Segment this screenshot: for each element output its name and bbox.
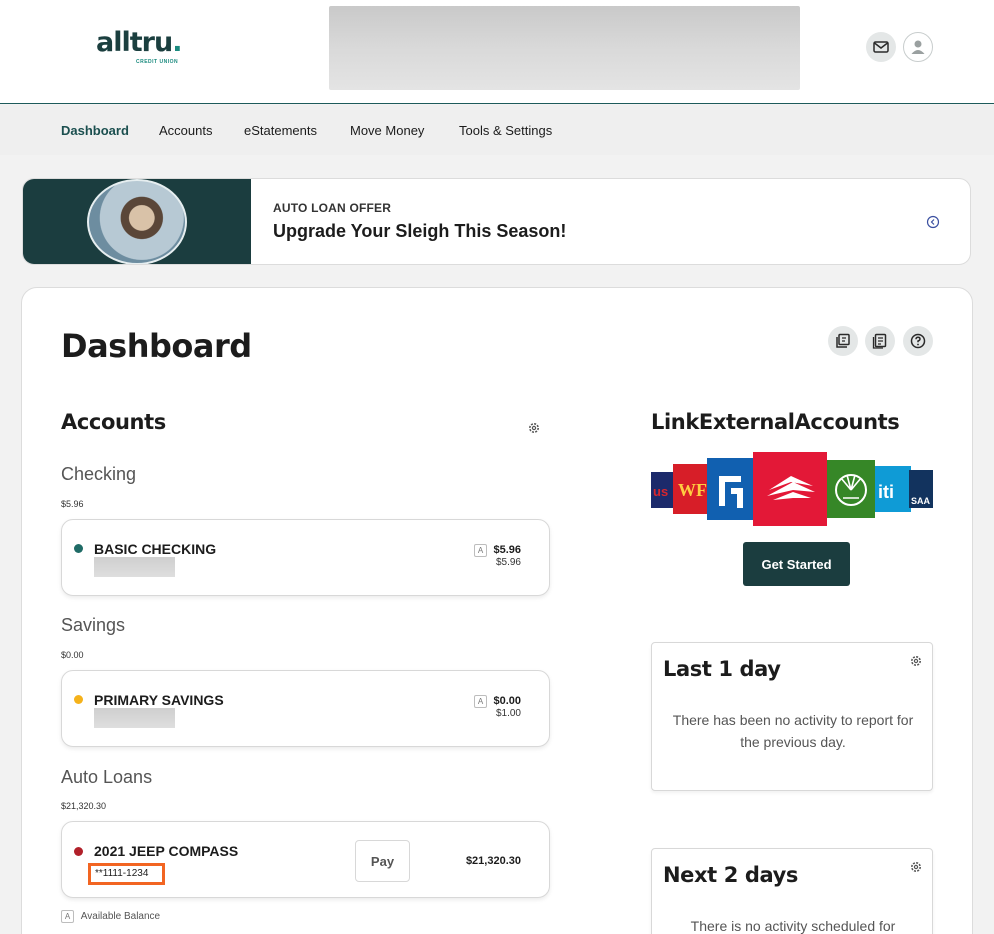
citi-logo: iti — [875, 466, 911, 512]
user-icon — [911, 40, 925, 54]
link-external-heading: LinkExternalAccounts — [651, 410, 900, 434]
auto-loan-promo[interactable]: AUTO LOAN OFFER Upgrade Your Sleigh This… — [22, 178, 971, 265]
group-title-auto-loans: Auto Loans — [61, 767, 153, 787]
available-badge: A — [474, 695, 487, 708]
account-name: PRIMARY SAVINGS — [94, 692, 224, 708]
account-card-primary-savings[interactable]: PRIMARY SAVINGS A $0.00 $1.00 — [61, 670, 550, 747]
activity-card-next-2-days: Next 2 days There is no activity schedul… — [651, 848, 933, 934]
nav-accounts[interactable]: Accounts — [159, 123, 212, 138]
available-balance: $5.96 — [493, 544, 521, 556]
bankofamerica-logo — [753, 452, 827, 526]
activity-title: Next 2 days — [663, 863, 798, 887]
activity-card-last-1-day: Last 1 day There has been no activity to… — [651, 642, 933, 791]
top-header: alltru. CREDIT UNION — [0, 0, 994, 104]
fidelity-logo — [827, 460, 875, 518]
account-name: 2021 JEEP COMPASS — [94, 843, 239, 859]
activity-settings-gear-icon[interactable] — [909, 860, 923, 874]
group-total-checking: $5.96 — [61, 499, 84, 509]
activity-title: Last 1 day — [663, 657, 781, 681]
mail-icon — [873, 41, 889, 53]
promo-image — [23, 179, 251, 264]
current-balance: $5.96 — [495, 557, 521, 568]
legend-label: Available Balance — [80, 911, 161, 922]
nav-tools-settings[interactable]: Tools & Settings — [459, 123, 552, 138]
print-button[interactable] — [865, 326, 895, 356]
nav-move-money[interactable]: Move Money — [350, 123, 424, 138]
customize-button[interactable] — [828, 326, 858, 356]
profile-button[interactable] — [903, 32, 933, 62]
account-number: **1111-1234 — [88, 863, 165, 885]
balance-legend: A Available Balance — [61, 910, 160, 923]
account-card-basic-checking[interactable]: BASIC CHECKING A $5.96 $5.96 — [61, 519, 550, 596]
bank-logo-collage: us WF iti SAA — [651, 452, 933, 526]
status-dot — [74, 544, 83, 553]
usaa-logo: SAA — [909, 470, 933, 508]
promo-photo — [87, 179, 187, 264]
group-title-savings: Savings — [61, 615, 126, 635]
wellsfargo-logo: WF — [673, 464, 709, 514]
page-title: Dashboard — [61, 327, 252, 365]
status-dot — [74, 847, 83, 856]
svg-text:WF: WF — [678, 480, 707, 500]
group-title-checking: Checking — [61, 464, 137, 484]
get-started-button[interactable]: Get Started — [743, 542, 850, 586]
svg-text:iti: iti — [878, 482, 894, 502]
redacted-account-number — [94, 708, 175, 728]
chase-logo — [707, 458, 755, 520]
svg-text:us: us — [653, 484, 668, 499]
loan-balance: $21,320.30 — [465, 855, 521, 867]
help-button[interactable] — [903, 326, 933, 356]
layers-icon — [836, 333, 850, 348]
promo-eyebrow: AUTO LOAN OFFER — [273, 201, 392, 215]
document-icon — [872, 333, 887, 349]
usbank-logo: us — [651, 472, 675, 508]
collapse-icon[interactable] — [926, 215, 940, 229]
main-nav: Dashboard Accounts eStatements Move Mone… — [0, 105, 994, 155]
status-dot — [74, 695, 83, 704]
nav-estatements[interactable]: eStatements — [244, 123, 317, 138]
promo-title: Upgrade Your Sleigh This Season! — [273, 221, 567, 241]
nav-dashboard[interactable]: Dashboard — [61, 123, 129, 138]
svg-text:SAA: SAA — [911, 496, 931, 506]
group-total-auto-loans: $21,320.30 — [61, 801, 107, 811]
available-badge: A — [474, 544, 487, 557]
activity-message: There is no activity scheduled for — [690, 918, 896, 934]
account-name: BASIC CHECKING — [94, 541, 217, 557]
logo-wordmark: alltru. — [96, 27, 182, 58]
messages-button[interactable] — [866, 32, 896, 62]
redacted-account-number — [94, 557, 175, 577]
available-badge: A — [61, 910, 74, 923]
activity-message: There has been no activity to report for… — [672, 712, 914, 750]
help-icon — [910, 333, 926, 349]
pay-button[interactable]: Pay — [355, 840, 410, 882]
accounts-settings-gear-icon[interactable] — [527, 421, 541, 435]
alltru-logo[interactable]: alltru. CREDIT UNION — [96, 28, 196, 72]
current-balance: $1.00 — [495, 708, 521, 719]
activity-settings-gear-icon[interactable] — [909, 654, 923, 668]
accounts-heading: Accounts — [61, 410, 166, 434]
logo-subtext: CREDIT UNION — [136, 59, 179, 65]
account-card-jeep-compass[interactable]: 2021 JEEP COMPASS **1111-1234 Pay $21,32… — [61, 821, 550, 898]
available-balance: $0.00 — [493, 695, 521, 707]
redacted-banner — [329, 6, 800, 90]
group-total-savings: $0.00 — [61, 650, 84, 660]
